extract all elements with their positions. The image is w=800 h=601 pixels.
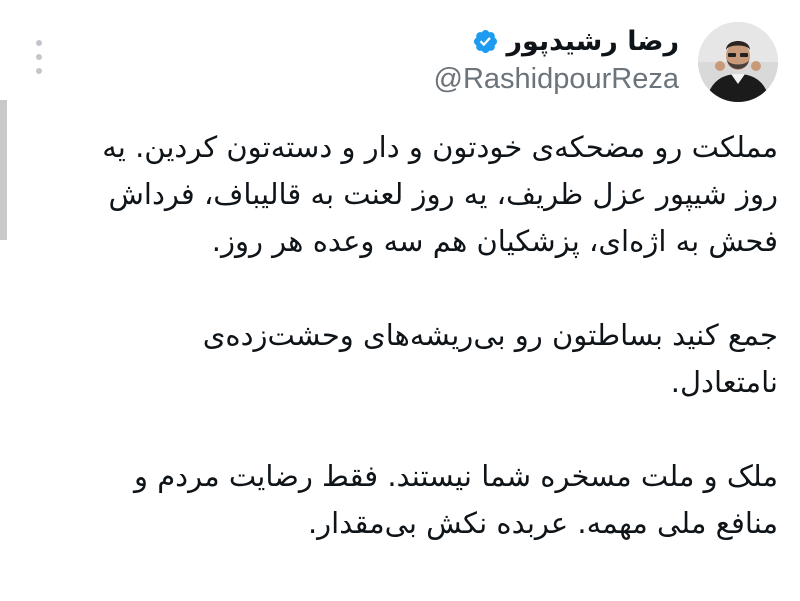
tweet-paragraph: مملکت رو مضحکه‌ی خودتون و دار و دسته‌تون… (102, 130, 778, 258)
scroll-indicator[interactable] (0, 100, 7, 240)
avatar[interactable] (698, 22, 778, 102)
more-options-icon (36, 40, 42, 46)
tweet-text: مملکت رو مضحکه‌ی خودتون و دار و دسته‌تون… (90, 124, 778, 547)
author-display-name[interactable]: رضا رشیدپور (507, 26, 680, 57)
verified-badge-icon (472, 28, 499, 55)
tweet-paragraph: ملک و ملت مسخره شما نیستند. فقط رضایت مر… (133, 459, 778, 540)
more-options-icon-dot (36, 68, 42, 74)
author-handle[interactable]: @RashidpourReza (434, 63, 679, 96)
author-name-row[interactable]: رضا رشیدپور (472, 20, 680, 62)
more-options-icon-dot (36, 54, 42, 60)
more-options-button[interactable] (24, 40, 54, 74)
tweet-paragraph: جمع کنید بساطتون رو بی‌ریشه‌های وحشت‌زده… (202, 318, 778, 399)
avatar-image (698, 22, 778, 102)
